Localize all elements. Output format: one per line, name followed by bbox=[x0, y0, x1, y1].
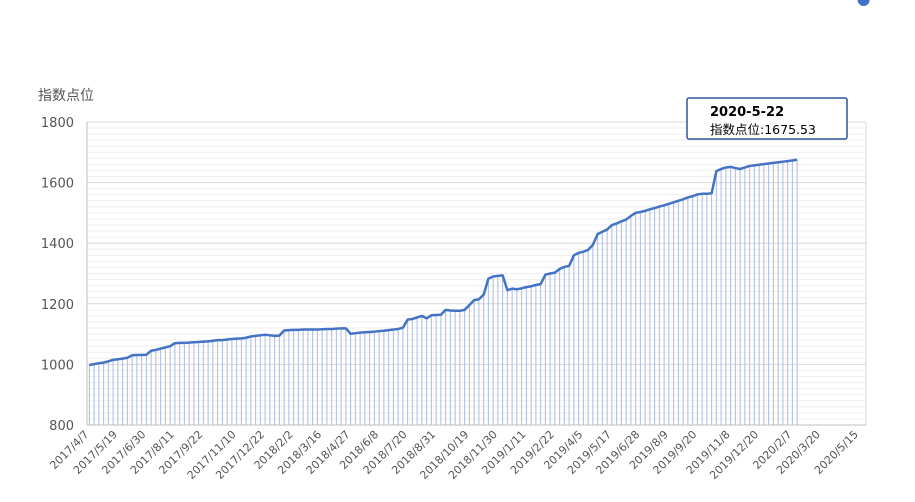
y-axis-title: 指数点位 bbox=[38, 88, 94, 104]
y-axis-ticks: 800 1000 1200 1400 1600 1800 bbox=[41, 116, 74, 434]
y-tick-label: 1400 bbox=[41, 237, 74, 252]
last-point-marker[interactable] bbox=[857, 0, 870, 6]
y-tick-label: 1000 bbox=[41, 358, 74, 373]
value-drop-lines bbox=[88, 159, 798, 425]
tooltip-value: 指数点位:1675.53 bbox=[710, 122, 816, 137]
tooltip: 2020-5-22 指数点位:1675.53 bbox=[686, 97, 848, 140]
y-tick-label: 1600 bbox=[41, 177, 74, 192]
y-tick-label: 800 bbox=[49, 419, 74, 434]
tooltip-date: 2020-5-22 bbox=[710, 105, 784, 120]
x-axis-ticks: 2017/4/72017/5/192017/6/302017/8/112017/… bbox=[47, 428, 861, 482]
y-tick-label: 1200 bbox=[41, 298, 74, 313]
y-tick-label: 1800 bbox=[41, 116, 74, 131]
index-line-chart: 指数点位 800 1000 1200 1400 1600 1800 2017/4/7201… bbox=[38, 0, 870, 482]
